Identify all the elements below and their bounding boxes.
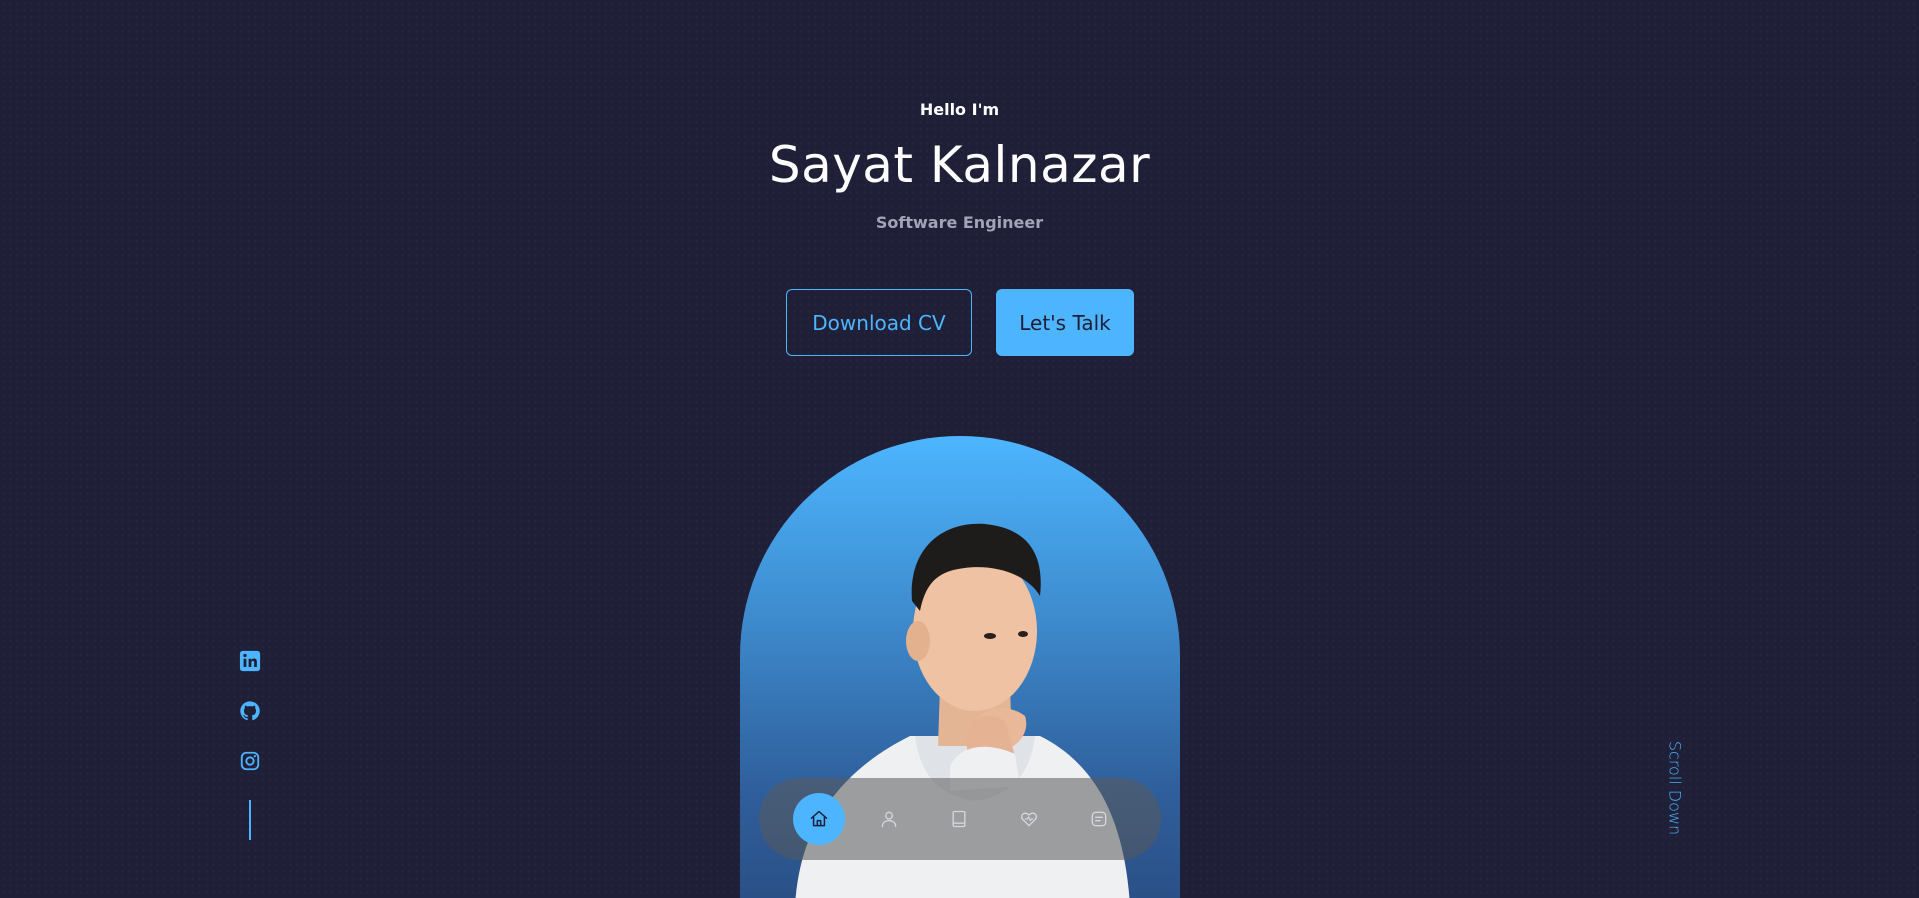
nav-services[interactable] xyxy=(1003,793,1055,845)
nav-home[interactable] xyxy=(793,793,845,845)
lets-talk-button[interactable]: Let's Talk xyxy=(996,289,1134,356)
nav-experience[interactable] xyxy=(933,793,985,845)
greeting-text: Hello I'm xyxy=(919,100,1000,119)
linkedin-icon[interactable] xyxy=(239,650,261,672)
message-icon xyxy=(1091,811,1107,827)
scroll-down-label[interactable]: Scroll Down xyxy=(1666,741,1685,835)
nav-contact[interactable] xyxy=(1073,793,1125,845)
book-icon xyxy=(952,810,966,828)
github-icon[interactable] xyxy=(239,700,261,722)
role-subtitle: Software Engineer xyxy=(875,213,1044,232)
scroll-down-link[interactable]: Scroll Down xyxy=(1660,733,1690,843)
services-icon xyxy=(1021,812,1037,827)
instagram-icon[interactable] xyxy=(239,750,261,772)
page-title: Sayat Kalnazar xyxy=(768,136,1151,194)
bottom-nav xyxy=(759,778,1161,860)
home-icon xyxy=(810,810,828,827)
nav-about[interactable] xyxy=(863,793,915,845)
download-cv-button[interactable]: Download CV xyxy=(786,289,972,356)
user-icon xyxy=(881,811,897,828)
social-divider-line xyxy=(249,800,251,840)
